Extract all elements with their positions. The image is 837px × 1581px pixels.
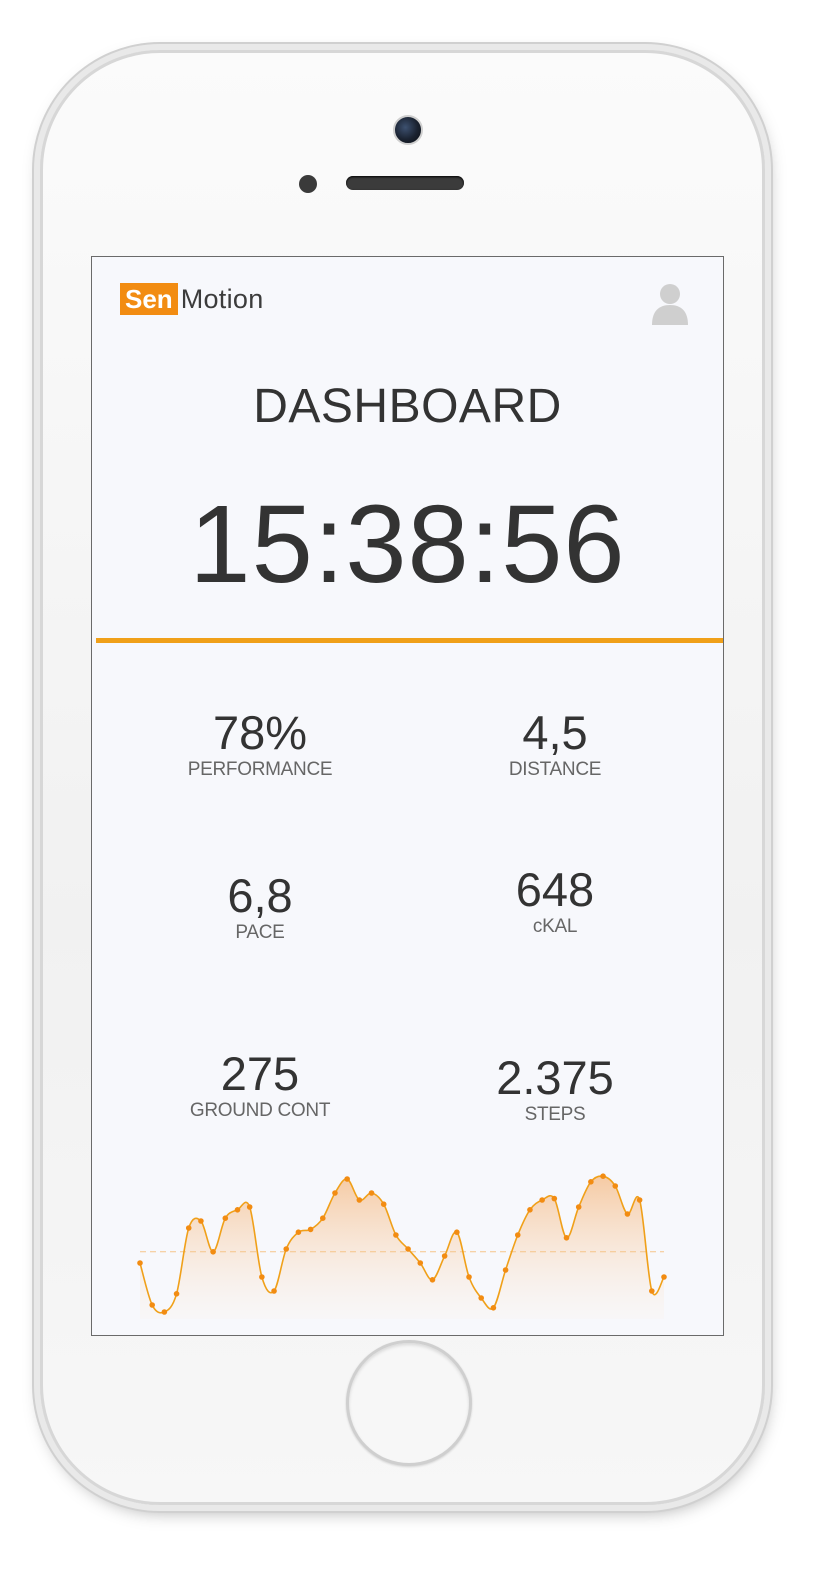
stat-label: GROUND CONT [189, 1100, 331, 1121]
chart-point [490, 1305, 497, 1311]
chart-point [185, 1225, 192, 1231]
chart-area [140, 1176, 664, 1319]
app-logo: Sen Motion [120, 283, 264, 315]
chart-point [624, 1211, 631, 1217]
stat-value: 4,5 [522, 706, 588, 759]
proximity-sensor [299, 175, 317, 193]
chart-point [137, 1260, 143, 1266]
stat-distance: 4,5 DISTANCE [425, 707, 685, 781]
chart-point [210, 1249, 216, 1255]
chart-point [283, 1246, 290, 1252]
chart-point [649, 1288, 655, 1294]
chart-point [441, 1253, 448, 1259]
chart-point [161, 1309, 168, 1315]
stat-performance: 78% PERFORMANCE [130, 707, 390, 781]
chart-point [344, 1176, 350, 1182]
stat-label: cKAL [532, 916, 578, 937]
stat-ground-contact: 275 GROUND CONT [130, 1048, 390, 1122]
chart-point [393, 1232, 399, 1238]
stat-label: STEPS [524, 1104, 586, 1125]
chart-point [405, 1246, 411, 1252]
chart-point [234, 1207, 241, 1213]
chart-point [612, 1183, 619, 1189]
stat-value: 78% [212, 706, 308, 759]
chart-point [527, 1207, 533, 1213]
chart-point [466, 1274, 472, 1280]
chart-point [259, 1274, 265, 1280]
app-screen: Sen Motion DASHBOARD 15:38:56 78% PERFOR… [91, 256, 724, 1336]
chart-point [454, 1229, 460, 1235]
chart-point [149, 1302, 155, 1308]
chart-point [551, 1195, 558, 1202]
chart-point [417, 1260, 424, 1266]
chart-point [563, 1235, 570, 1241]
chart-point [539, 1197, 545, 1203]
chart-point [356, 1197, 363, 1203]
activity-chart [137, 1173, 667, 1319]
chart-point [478, 1295, 485, 1301]
stat-steps: 2.375 STEPS [425, 1052, 685, 1126]
chart-point [295, 1229, 302, 1235]
chart-point [588, 1179, 594, 1185]
home-button[interactable] [346, 1340, 472, 1466]
chart-point [429, 1277, 436, 1283]
chart-point [198, 1218, 204, 1224]
timer-display: 15:38:56 [189, 483, 626, 606]
logo-prefix: Sen [120, 283, 178, 315]
stat-calories: 648 cKAL [425, 864, 685, 938]
stat-label: PACE [235, 922, 285, 943]
front-camera [393, 115, 423, 145]
stat-value: 2.375 [496, 1051, 614, 1104]
chart-point [368, 1190, 375, 1196]
chart-point [636, 1197, 643, 1203]
stat-value: 275 [220, 1047, 300, 1100]
chart-point [307, 1226, 314, 1233]
stat-label: PERFORMANCE [187, 759, 333, 780]
stat-value: 6,8 [227, 869, 293, 922]
logo-suffix: Motion [180, 283, 264, 314]
chart-point [575, 1204, 582, 1210]
chart-point [332, 1190, 338, 1196]
page-title: DASHBOARD [253, 380, 562, 433]
chart-point [271, 1288, 277, 1294]
chart-point [319, 1215, 326, 1221]
chart-point [600, 1173, 606, 1179]
chart-point [661, 1274, 667, 1280]
stat-pace: 6,8 PACE [130, 870, 390, 944]
earpiece-speaker [346, 176, 464, 190]
chart-point [514, 1232, 521, 1238]
chart-point [173, 1291, 180, 1297]
chart-point [502, 1267, 509, 1273]
user-avatar-icon[interactable] [650, 281, 690, 325]
stat-value: 648 [515, 863, 595, 916]
accent-divider [96, 638, 723, 643]
chart-point [246, 1204, 253, 1210]
chart-point [222, 1215, 229, 1221]
chart-point [380, 1201, 387, 1207]
stat-label: DISTANCE [508, 759, 602, 780]
